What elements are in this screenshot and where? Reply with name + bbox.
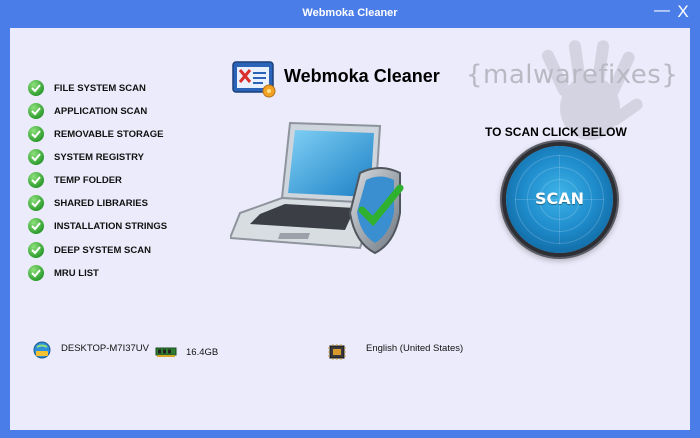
- scan-item-label: DEEP SYSTEM SCAN: [54, 245, 151, 256]
- check-icon: [28, 218, 44, 234]
- check-icon: [28, 195, 44, 211]
- computer-globe-icon: [33, 341, 51, 359]
- scan-item-label: FILE SYSTEM SCAN: [54, 83, 146, 94]
- scan-item-label: INSTALLATION STRINGS: [54, 221, 168, 232]
- webmoka-logo-icon: [232, 61, 276, 98]
- check-icon: [28, 126, 44, 142]
- system-language: English (United States): [366, 343, 464, 354]
- app-logo-text: Webmoka Cleaner: [284, 66, 440, 86]
- scan-prompt-text: TO SCAN CLICK BELOW: [485, 125, 627, 139]
- scan-item-label: SYSTEM REGISTRY: [54, 152, 144, 163]
- scan-item-label: REMOVABLE STORAGE: [54, 129, 164, 140]
- scan-item-label: SHARED LIBRARIES: [54, 198, 148, 209]
- close-button[interactable]: X: [674, 3, 692, 21]
- scan-item-label: MRU LIST: [54, 268, 99, 279]
- scan-item-label: TEMP FOLDER: [54, 175, 122, 186]
- check-icon: [28, 103, 44, 119]
- check-icon: [28, 80, 44, 96]
- app-window: Webmoka Cleaner — X {malwarefixes} FILE …: [0, 0, 700, 438]
- title-bar[interactable]: Webmoka Cleaner — X: [0, 0, 700, 28]
- scan-button-label: SCAN: [534, 189, 585, 208]
- window-title: Webmoka Cleaner: [302, 7, 398, 19]
- check-icon: [28, 172, 44, 188]
- watermark-text: {malwarefixes}: [466, 60, 679, 90]
- scan-item-label: APPLICATION SCAN: [54, 106, 148, 117]
- computer-name: DESKTOP-M7I37UV: [61, 343, 149, 354]
- memory-size: 16.4GB: [186, 347, 219, 358]
- memory-ram-icon: [155, 347, 177, 357]
- processor-chip-icon: [328, 344, 346, 360]
- minimize-button[interactable]: —: [653, 3, 671, 20]
- scan-button[interactable]: SCAN: [506, 146, 613, 253]
- check-icon: [28, 242, 44, 258]
- laptop-shield-icon: [230, 121, 404, 255]
- main-panel: {malwarefixes} FILE SYSTEM SCAN APPLICAT…: [10, 28, 690, 430]
- check-icon: [28, 265, 44, 281]
- check-icon: [28, 149, 44, 165]
